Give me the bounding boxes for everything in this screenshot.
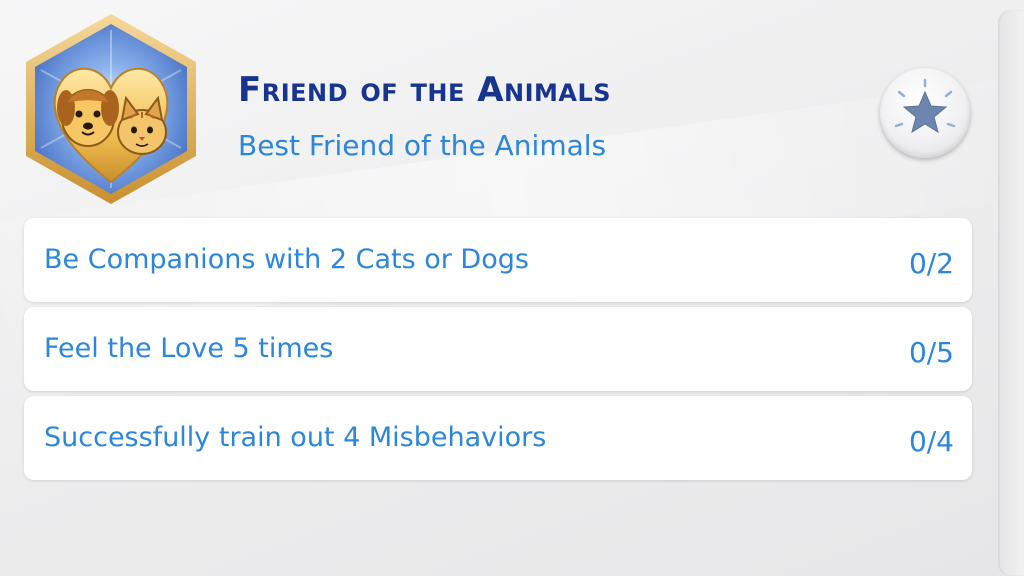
goal-progress: 0/4	[908, 425, 954, 458]
goal-row[interactable]: Feel the Love 5 times 0/5	[24, 307, 972, 391]
scrollbar[interactable]	[998, 10, 1024, 576]
aspiration-subtitle: Best Friend of the Animals	[238, 129, 607, 162]
goal-label: Be Companions with 2 Cats or Dogs	[44, 244, 529, 275]
goal-label: Successfully train out 4 Misbehaviors	[44, 422, 547, 453]
goal-list: Be Companions with 2 Cats or Dogs 0/2 Fe…	[24, 218, 972, 485]
aspiration-title: Friend of the Animals	[238, 70, 612, 110]
goal-row[interactable]: Be Companions with 2 Cats or Dogs 0/2	[24, 218, 972, 302]
star-button[interactable]	[880, 68, 970, 158]
goal-progress: 0/2	[908, 247, 954, 280]
aspiration-badge	[16, 10, 206, 206]
goal-label: Feel the Love 5 times	[44, 333, 334, 364]
goal-row[interactable]: Successfully train out 4 Misbehaviors 0/…	[24, 396, 972, 480]
star-icon	[894, 78, 956, 134]
goal-progress: 0/5	[908, 336, 954, 369]
